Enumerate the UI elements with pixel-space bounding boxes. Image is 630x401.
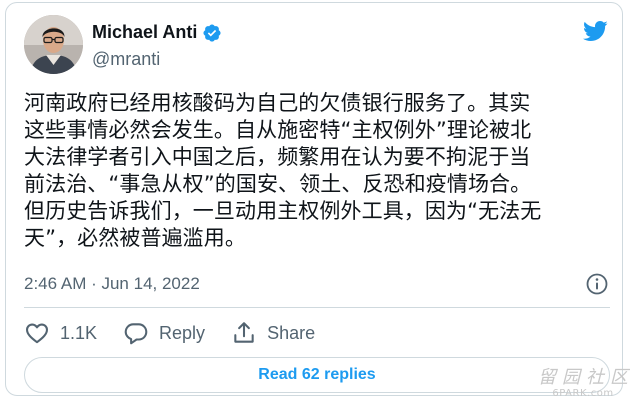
tweet-text-line: 天”，必然被普遍滥用。 (24, 226, 246, 250)
watermark-cn: 留园社区 (538, 367, 630, 388)
avatar-image (24, 15, 83, 74)
author-name-row: Michael Anti (92, 22, 222, 43)
like-button[interactable]: 1.1K (24, 320, 97, 346)
watermark-en: 6PARK.com (552, 388, 614, 399)
tweet-text-line: 这些事情必然会发生。自从施密特“主权例外”理论被北 (24, 118, 532, 142)
twitter-bird-icon[interactable] (580, 18, 610, 44)
share-icon (234, 322, 254, 343)
author-name[interactable]: Michael Anti (92, 22, 197, 43)
tweet-timestamp[interactable]: 2:46 AM · Jun 14, 2022 (24, 274, 200, 294)
tweet-text-line: 大法律学者引入中国之后，频繁用在认为要不拘泥于当 (24, 145, 531, 169)
verified-badge-icon (203, 23, 221, 42)
share-button[interactable]: Share (231, 320, 315, 346)
avatar[interactable] (24, 15, 83, 74)
divider (24, 307, 610, 308)
tweet-text-line: 但历史告诉我们，一旦动用主权例外工具，因为“无法无 (24, 199, 542, 223)
info-icon[interactable] (585, 272, 609, 296)
author-handle[interactable]: @mranti (92, 49, 160, 70)
reply-label: Reply (159, 322, 206, 343)
tweet-text: 河南政府已经用核酸码为自己的欠债银行服务了。其实 这些事情必然会发生。自从施密特… (24, 90, 614, 252)
reply-button[interactable]: Reply (123, 320, 205, 346)
site-watermark: 留园社区 6PARK.com (538, 368, 628, 400)
tweet-actions: 1.1K Reply Share (24, 318, 341, 348)
read-replies-button[interactable]: Read 62 replies (24, 357, 610, 393)
share-label: Share (267, 322, 316, 343)
tweet-text-line: 河南政府已经用核酸码为自己的欠债银行服务了。其实 (24, 91, 531, 115)
heart-icon (26, 323, 48, 344)
tweet-text-line: 前法治、“事急从权”的国安、领土、反恐和疫情场合。 (24, 172, 532, 196)
like-count: 1.1K (60, 322, 98, 343)
reply-icon (124, 323, 148, 345)
read-replies-label: Read 62 replies (258, 366, 376, 383)
